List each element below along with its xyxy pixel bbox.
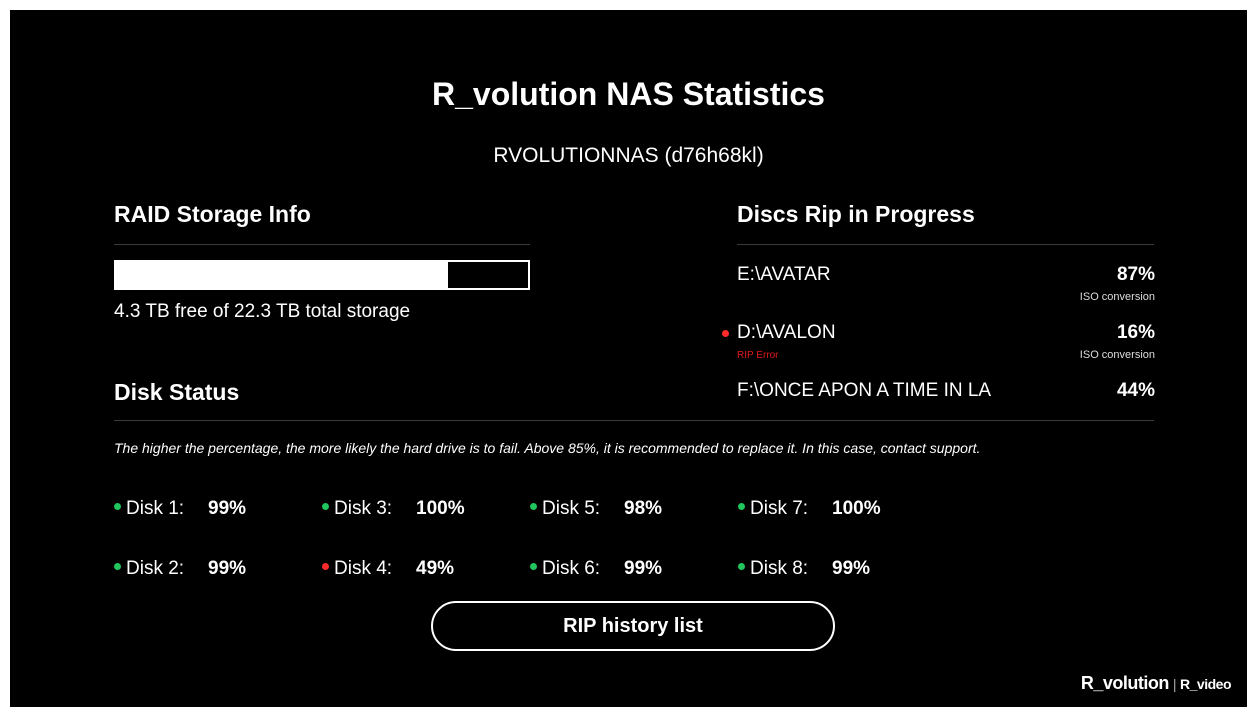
status-dot-icon	[530, 503, 537, 511]
rip-history-button[interactable]: RIP history list	[431, 601, 835, 651]
brand-separator: |	[1172, 676, 1177, 692]
disk-label: Disk 2:	[126, 558, 185, 579]
storage-usage-bar	[114, 260, 530, 290]
disk-value: 99%	[208, 498, 247, 519]
brand-main: R_volution	[1080, 673, 1170, 693]
brand-secondary: R_video	[1180, 676, 1231, 692]
nas-device-name: RVOLUTIONNAS (d76h68kl)	[493, 144, 764, 167]
rip-disc-name: F:\ONCE APON A TIME IN LA	[737, 380, 992, 401]
storage-usage-bar-fill	[116, 262, 449, 288]
rip-error-label: RIP Error	[737, 350, 779, 361]
status-dot-icon	[114, 563, 121, 571]
storage-summary-text: 4.3 TB free of 22.3 TB total storage	[114, 301, 411, 322]
rip-percent: 87%	[1116, 264, 1155, 285]
rip-percent: 44%	[1116, 380, 1155, 401]
rip-task-label: ISO conversion	[1079, 349, 1155, 361]
raid-divider	[114, 244, 530, 245]
disk-status-heading: Disk Status	[114, 379, 240, 405]
disk-label: Disk 3:	[334, 498, 393, 519]
status-dot-icon	[530, 563, 537, 571]
status-dot-icon	[322, 563, 329, 571]
disk-label: Disk 4:	[334, 558, 393, 579]
disk-label: Disk 8:	[750, 558, 809, 579]
disk-label: Disk 7:	[750, 498, 809, 519]
rip-item-once: F:\ONCE APON A TIME IN LA 44%	[737, 380, 1155, 430]
status-dot-icon	[738, 563, 745, 571]
disk-item-2: Disk 2: 99%	[114, 558, 246, 580]
status-dot-icon	[114, 503, 121, 511]
disk-value: 99%	[624, 558, 663, 579]
rip-divider	[737, 244, 1154, 245]
disk-value: 99%	[832, 558, 871, 579]
disk-label: Disk 1:	[126, 498, 185, 519]
disk-label: Disk 5:	[542, 498, 601, 519]
rip-disc-name: D:\AVALON	[737, 322, 836, 343]
disk-item-3: Disk 3: 100%	[322, 498, 465, 520]
disk-value: 98%	[624, 498, 663, 519]
disk-value: 99%	[208, 558, 247, 579]
disk-value: 49%	[416, 558, 455, 579]
rip-item-avatar: E:\AVATAR 87% ISO conversion	[737, 264, 1155, 314]
disk-label: Disk 6:	[542, 558, 601, 579]
error-dot-icon	[722, 330, 729, 337]
discs-rip-heading: Discs Rip in Progress	[737, 201, 975, 227]
disk-item-1: Disk 1: 99%	[114, 498, 246, 520]
disk-item-4: Disk 4: 49%	[322, 558, 454, 580]
rip-disc-name: E:\AVATAR	[737, 264, 831, 285]
raid-storage-heading: RAID Storage Info	[114, 201, 311, 227]
brand-logo: R_volution | R_video	[1080, 673, 1232, 694]
disk-item-5: Disk 5: 98%	[530, 498, 662, 520]
rip-task-label: ISO conversion	[1079, 291, 1155, 303]
disk-status-note: The higher the percentage, the more like…	[114, 440, 981, 456]
page-title: R_volution NAS Statistics	[432, 76, 825, 112]
disk-item-8: Disk 8: 99%	[738, 558, 870, 580]
rip-item-avalon: D:\AVALON RIP Error 16% ISO conversion	[722, 322, 1155, 372]
status-dot-icon	[738, 503, 745, 511]
status-dot-icon	[322, 503, 329, 511]
disk-value: 100%	[416, 498, 465, 519]
disk-value: 100%	[832, 498, 881, 519]
disk-item-7: Disk 7: 100%	[738, 498, 881, 520]
rip-percent: 16%	[1116, 322, 1155, 343]
disk-item-6: Disk 6: 99%	[530, 558, 662, 580]
nas-statistics-screen: R_volution NAS Statistics RVOLUTIONNAS (…	[10, 10, 1247, 707]
